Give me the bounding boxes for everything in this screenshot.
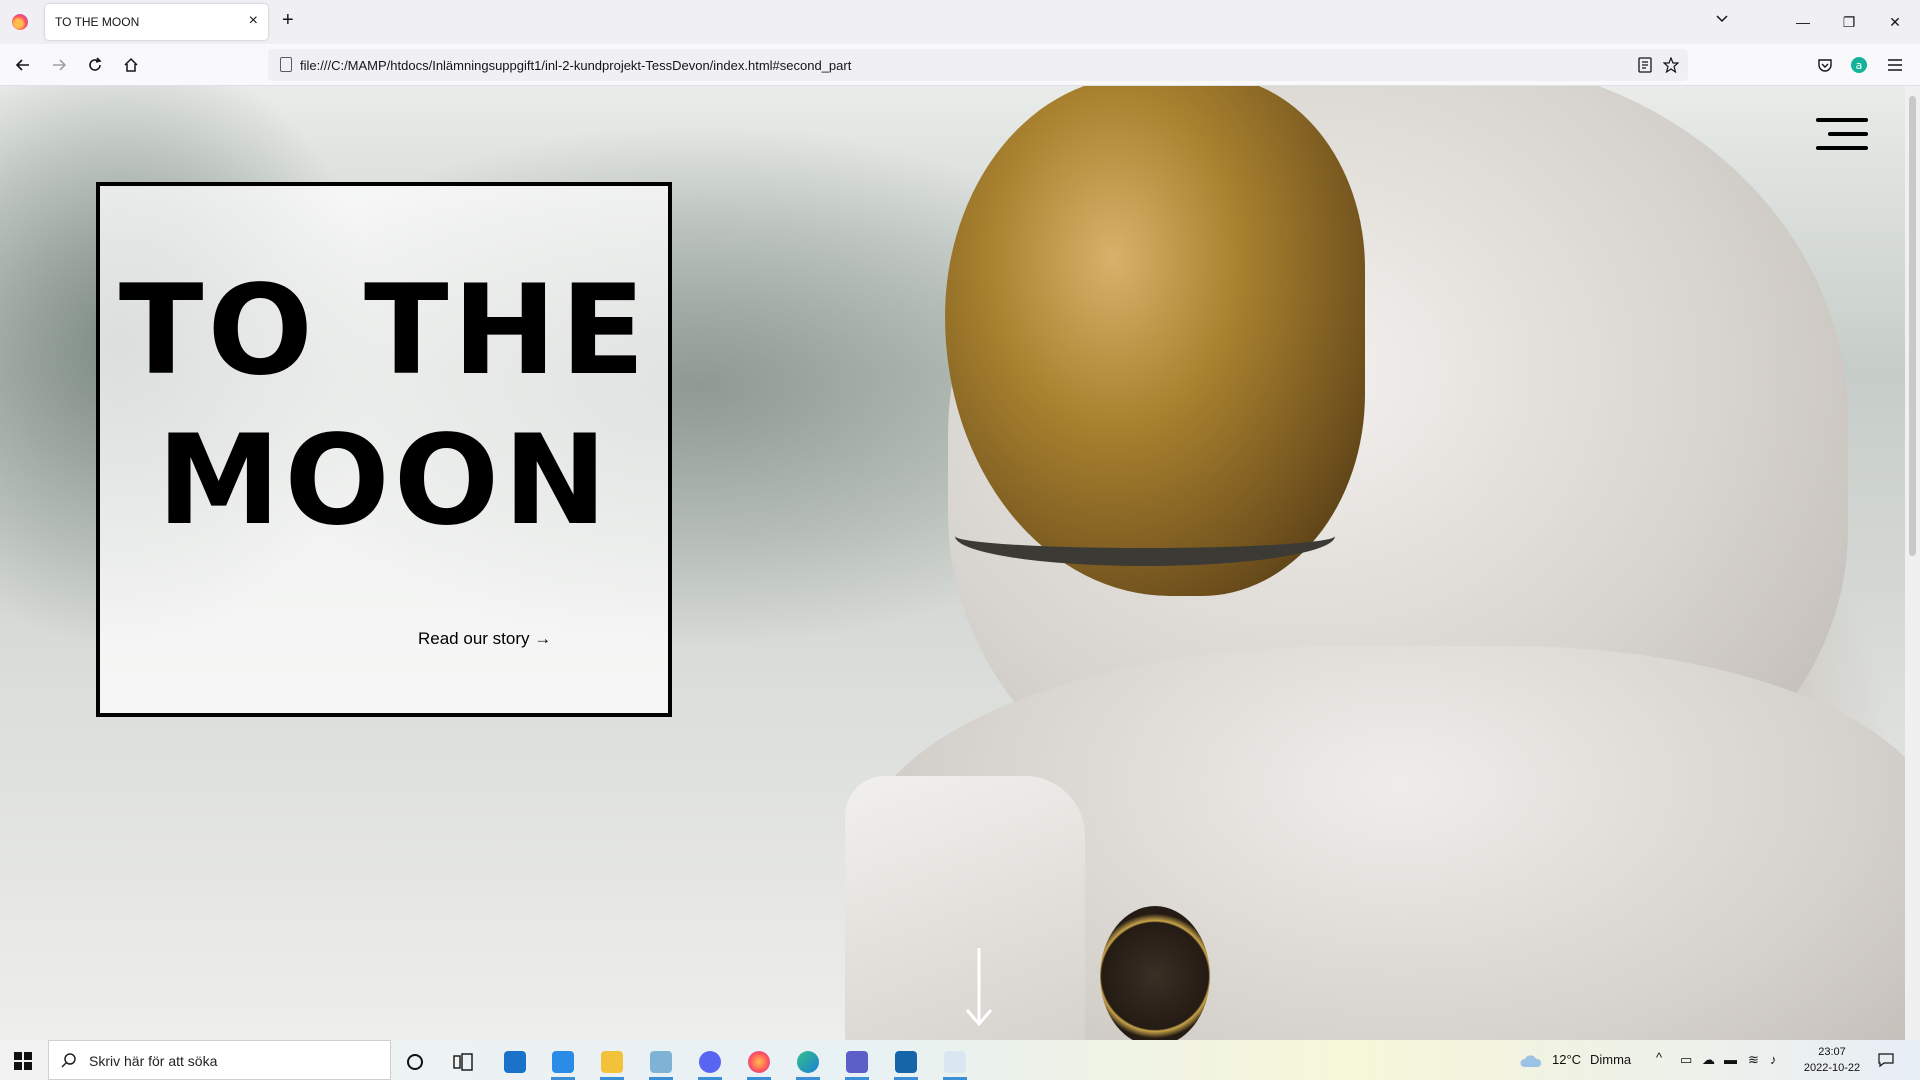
tray-chevron-up-icon[interactable]: ^ [1656, 1050, 1662, 1065]
cortana-icon[interactable] [395, 1044, 435, 1080]
vscode-icon[interactable] [543, 1044, 583, 1080]
notification-center-icon[interactable] [1878, 1052, 1894, 1068]
scrollbar-thumb[interactable] [1909, 96, 1916, 556]
weather-text[interactable]: Dimma [1590, 1052, 1631, 1067]
back-icon[interactable] [10, 52, 36, 78]
battery-icon[interactable]: ▬ [1724, 1052, 1737, 1067]
page-scrollbar[interactable] [1905, 86, 1920, 1040]
discord-icon[interactable] [690, 1044, 730, 1080]
account-avatar-icon[interactable]: a [1846, 52, 1872, 78]
search-icon [61, 1053, 76, 1068]
pocket-icon[interactable] [1812, 52, 1838, 78]
bookmark-star-icon[interactable] [1662, 56, 1680, 74]
browser-nav-bar: file:///C:/MAMP/htdocs/Inlämningsuppgift… [0, 44, 1920, 86]
forward-icon[interactable] [46, 52, 72, 78]
search-placeholder: Skriv här för att söka [89, 1053, 218, 1069]
edge-icon[interactable] [788, 1044, 828, 1080]
minimize-button[interactable]: — [1780, 8, 1826, 36]
visor-ring-image [955, 506, 1335, 566]
scroll-down-arrow-icon[interactable] [964, 948, 994, 1028]
windows-start-icon[interactable] [14, 1052, 32, 1070]
clock-date: 2022-10-22 [1803, 1062, 1861, 1074]
clock-time: 23:07 [1818, 1046, 1846, 1058]
app-menu-icon[interactable] [1882, 52, 1908, 78]
browser-tab[interactable]: TO THE MOON × [45, 4, 268, 40]
firefox-taskbar-icon[interactable] [739, 1044, 779, 1080]
tab-title: TO THE MOON [55, 15, 140, 29]
paint-icon[interactable] [935, 1044, 975, 1080]
meet-now-icon[interactable]: ▭ [1680, 1052, 1692, 1068]
firefox-icon[interactable] [12, 14, 28, 30]
browser-tab-bar: TO THE MOON × + — ❐ ✕ [0, 0, 1920, 44]
mission-patch-image [1100, 906, 1210, 1040]
hero-section: TO THE MOON Read our story → [0, 86, 1905, 1040]
url-bar[interactable]: file:///C:/MAMP/htdocs/Inlämningsuppgift… [268, 49, 1688, 81]
svg-text:a: a [1856, 59, 1863, 72]
file-explorer-icon[interactable] [592, 1044, 632, 1080]
photos-icon[interactable] [886, 1044, 926, 1080]
weather-temp[interactable]: 12°C [1552, 1052, 1581, 1067]
page-info-icon[interactable] [280, 57, 292, 72]
windows-taskbar: Skriv här för att söka 12°C Dimma ^ ▭ ☁ … [0, 1040, 1920, 1080]
read-our-story-link[interactable]: Read our story → [418, 629, 551, 649]
url-text[interactable]: file:///C:/MAMP/htdocs/Inlämningsuppgift… [300, 58, 851, 73]
app-folder-icon[interactable] [641, 1044, 681, 1080]
volume-icon[interactable]: ♪ [1770, 1052, 1777, 1067]
close-window-button[interactable]: ✕ [1872, 8, 1918, 36]
onedrive-icon[interactable]: ☁ [1702, 1052, 1715, 1068]
task-view-icon[interactable] [443, 1044, 483, 1080]
wifi-icon[interactable]: ≋ [1748, 1052, 1759, 1068]
reader-view-icon[interactable] [1636, 56, 1654, 74]
restore-button[interactable]: ❐ [1826, 8, 1872, 36]
home-icon[interactable] [118, 52, 144, 78]
hero-title-box: TO THE MOON Read our story → [96, 182, 672, 717]
cloud-icon[interactable] [1520, 1054, 1542, 1068]
hamburger-menu-icon[interactable] [1812, 116, 1868, 156]
teams-icon[interactable] [837, 1044, 877, 1080]
hero-title: TO THE MOON [118, 259, 650, 553]
reload-icon[interactable] [82, 52, 108, 78]
chevron-down-icon[interactable] [1716, 12, 1728, 24]
new-tab-button[interactable]: + [282, 10, 294, 30]
tab-close-icon[interactable]: × [249, 12, 258, 30]
system-clock[interactable]: 23:07 2022-10-22 [1800, 1044, 1864, 1076]
mail-icon[interactable] [495, 1044, 535, 1080]
taskbar-search-box[interactable]: Skriv här för att söka [48, 1040, 391, 1080]
